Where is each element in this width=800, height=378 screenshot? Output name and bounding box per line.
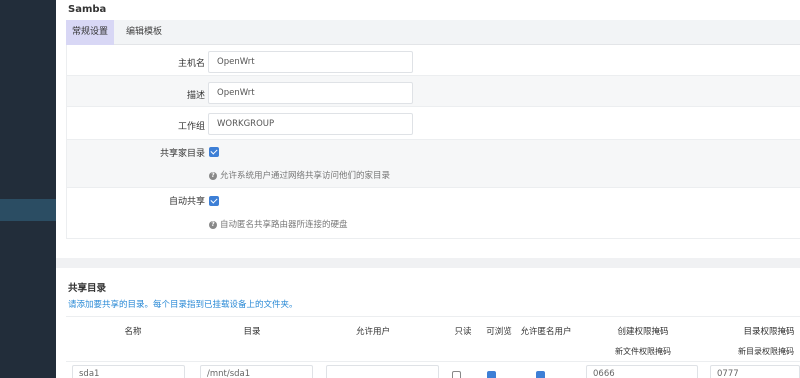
workgroup-label: 工作组 (177, 122, 205, 132)
col-read-only: 只读 (454, 327, 472, 337)
guest-ok-checkbox[interactable] (536, 371, 545, 378)
col-name: 名称 (124, 327, 142, 337)
share-path-input[interactable]: /mnt/sda1 (200, 365, 313, 378)
auto-share-hint-text: 自动匿名共享路由器所连接的硬盘 (220, 220, 348, 230)
col-browseable: 可浏览 (486, 327, 512, 337)
description-row: 描述 OpenWrt (67, 76, 800, 107)
general-settings-form: 主机名 OpenWrt 描述 OpenWrt 工作组 WORKGROUP 共享家… (66, 45, 800, 239)
main-content: Samba 常规设置 编辑模板 主机名 OpenWrt 描述 OpenWrt 工… (56, 0, 800, 378)
help-icon: ? (209, 171, 217, 180)
col-create-mask: 创建权限掩码 (617, 327, 669, 337)
sidebar (0, 0, 56, 378)
share-homes-row: 共享家目录 ? 允许系统用户通过网络共享访问他们的家目录 (67, 140, 800, 188)
tab-general-settings[interactable]: 常规设置 (66, 20, 115, 45)
share-homes-label: 共享家目录 (159, 149, 205, 159)
col-users: 允许用户 (355, 327, 390, 337)
description-label: 描述 (186, 91, 205, 101)
hostname-row: 主机名 OpenWrt (67, 45, 800, 76)
share-users-input[interactable] (326, 365, 439, 378)
samba-panel: Samba 常规设置 编辑模板 主机名 OpenWrt 描述 OpenWrt 工… (56, 0, 800, 258)
description-input[interactable]: OpenWrt (208, 82, 413, 104)
tab-edit-template[interactable]: 编辑模板 (120, 20, 168, 45)
share-homes-hint: ? 允许系统用户通过网络共享访问他们的家目录 (209, 169, 390, 181)
panel-title: Samba (68, 4, 107, 15)
dir-mask-input[interactable]: 0777 (710, 365, 800, 378)
shared-directories-panel: 共享目录 请添加要共享的目录。每个目录指到已挂载设备上的文件夹。 名称 目录 允… (56, 268, 800, 378)
col-path: 目录 (243, 327, 261, 337)
section-title: 共享目录 (68, 283, 107, 294)
table-row: sda1 /mnt/sda1 0666 0777 (66, 361, 800, 378)
share-homes-checkbox[interactable] (209, 147, 219, 157)
auto-share-checkbox[interactable] (209, 196, 219, 206)
hostname-input[interactable]: OpenWrt (208, 51, 413, 73)
workgroup-input[interactable]: WORKGROUP (208, 113, 413, 135)
browseable-checkbox[interactable] (487, 371, 496, 378)
share-name-input[interactable]: sda1 (72, 365, 185, 378)
workgroup-row: 工作组 WORKGROUP (67, 107, 800, 140)
tab-bar: 常规设置 编辑模板 (66, 20, 800, 45)
col-dir-mask: 目录权限掩码 (743, 327, 795, 337)
sidebar-active-item[interactable] (0, 199, 56, 221)
share-homes-hint-text: 允许系统用户通过网络共享访问他们的家目录 (220, 171, 391, 181)
help-icon: ? (209, 220, 217, 229)
create-mask-input[interactable]: 0666 (586, 365, 698, 378)
hostname-label: 主机名 (177, 59, 205, 69)
col-create-mask-sub: 新文件权限掩码 (615, 347, 671, 356)
read-only-checkbox[interactable] (452, 371, 461, 378)
auto-share-row: 自动共享 ? 自动匿名共享路由器所连接的硬盘 (67, 188, 800, 239)
section-description: 请添加要共享的目录。每个目录指到已挂载设备上的文件夹。 (68, 300, 298, 310)
auto-share-label: 自动共享 (168, 197, 205, 207)
col-guest-ok: 允许匿名用户 (520, 327, 572, 337)
shares-table: 名称 目录 允许用户 只读 可浏览 允许匿名用户 创建权限掩码 新文件权限掩码 … (66, 316, 800, 378)
col-dir-mask-sub: 新目录权限掩码 (738, 347, 794, 356)
auto-share-hint: ? 自动匿名共享路由器所连接的硬盘 (209, 218, 348, 230)
